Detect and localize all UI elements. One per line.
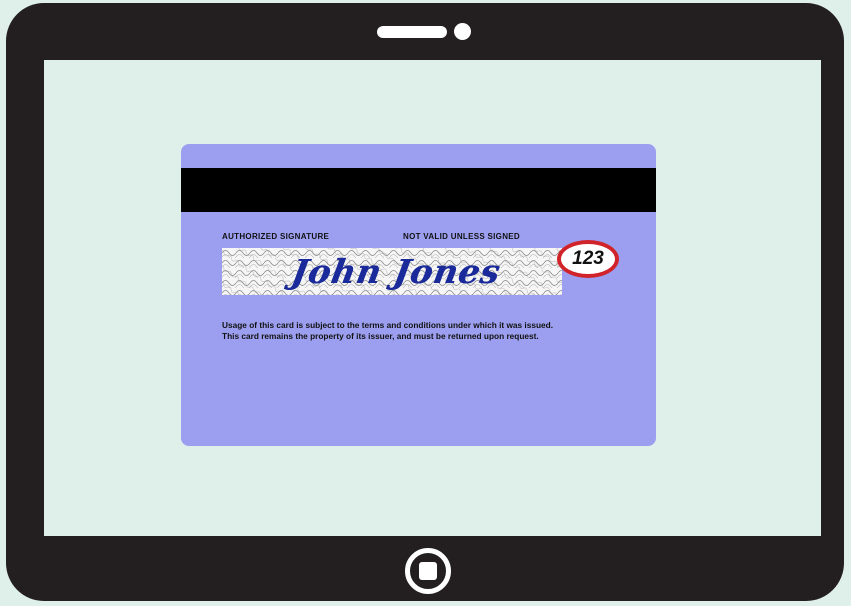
security-code-highlight: 123 (557, 240, 619, 278)
not-valid-unless-signed-label: NOT VALID UNLESS SIGNED (403, 232, 520, 241)
speaker-icon (377, 26, 447, 38)
credit-card-back: AUTHORIZED SIGNATURE NOT VALID UNLESS SI… (181, 144, 656, 446)
terms-line-2: This card remains the property of its is… (222, 331, 539, 341)
authorized-signature-label: AUTHORIZED SIGNATURE (222, 232, 330, 241)
security-code: 123 (572, 248, 604, 269)
magnetic-stripe (181, 168, 656, 212)
camera-icon (454, 23, 471, 40)
cardholder-signature: John Jones (288, 252, 504, 291)
home-button-square (419, 562, 437, 580)
card-terms: Usage of this card is subject to the ter… (222, 320, 553, 342)
signature-panel: John Jones (222, 248, 562, 295)
home-button-icon[interactable] (405, 548, 451, 594)
terms-line-1: Usage of this card is subject to the ter… (222, 320, 554, 330)
